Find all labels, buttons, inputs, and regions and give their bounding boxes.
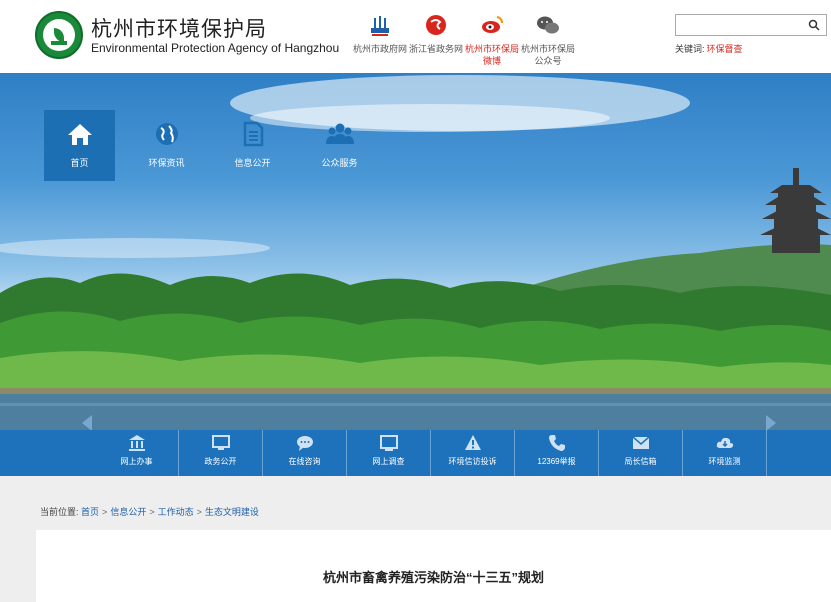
service-label: 网上办事	[120, 457, 153, 466]
nav-info-disclosure[interactable]: 信息公开	[217, 110, 288, 181]
service-label: 环境监测	[708, 457, 741, 466]
keyword-link[interactable]: 环保督查	[707, 44, 743, 54]
link-label: 杭州市环保局公众号	[520, 44, 575, 66]
chat-icon	[296, 436, 313, 451]
link-label: 浙江省政务网	[408, 44, 463, 54]
phone-icon	[548, 435, 565, 451]
gov-building-icon	[371, 16, 389, 36]
home-icon	[67, 124, 92, 145]
search-input[interactable]	[680, 17, 800, 33]
breadcrumb-home[interactable]: 首页	[81, 507, 99, 517]
nav-home[interactable]: 首页	[44, 110, 115, 181]
link-wechat[interactable]: 杭州市环保局公众号	[520, 12, 576, 67]
site-title-cn[interactable]: 杭州市环境保护局	[91, 13, 267, 43]
hero-banner: 首页 环保资讯 信息公开 公众服务	[0, 73, 831, 430]
breadcrumb-info-disclosure[interactable]: 信息公开	[110, 507, 146, 517]
service-12369-report[interactable]: 12369举报	[515, 430, 599, 476]
nav-label: 信息公开	[234, 158, 271, 168]
nav-label: 首页	[70, 158, 89, 168]
service-label: 网上调查	[372, 457, 405, 466]
article-panel: 杭州市畜禽养殖污染防治“十三五”规划	[36, 530, 831, 602]
breadcrumb-eco-civilization[interactable]: 生态文明建设	[205, 507, 259, 517]
breadcrumb-separator: >	[102, 507, 108, 517]
west-lake-landscape	[0, 75, 831, 430]
screen-icon	[379, 435, 398, 451]
nav-public-service[interactable]: 公众服务	[304, 110, 375, 181]
link-label: 杭州市政府网	[352, 44, 407, 54]
globe-icon	[155, 123, 178, 145]
warning-icon	[464, 435, 481, 450]
breadcrumb: 当前位置: 首页 > 信息公开 > 工作动态 > 生态文明建设	[40, 505, 259, 518]
bank-icon	[128, 435, 145, 451]
link-zhejiang-gov[interactable]: 浙江省政务网	[408, 12, 464, 55]
service-bar: 网上办事 政务公开 在线咨询 网上调查 环境信访投诉 12369举报 局长信箱 …	[0, 430, 831, 476]
service-online-survey[interactable]: 网上调查	[347, 430, 431, 476]
service-online-consult[interactable]: 在线咨询	[263, 430, 347, 476]
cloud-icon	[716, 437, 733, 448]
service-label: 环境信访投诉	[448, 457, 497, 466]
service-label: 局长信箱	[624, 457, 657, 466]
pagoda	[760, 168, 831, 253]
breadcrumb-separator: >	[196, 507, 202, 517]
search-box	[675, 14, 827, 36]
nav-news[interactable]: 环保资讯	[131, 110, 202, 181]
mail-icon	[632, 436, 649, 449]
service-complaint[interactable]: 环境信访投诉	[431, 430, 515, 476]
nav-label: 环保资讯	[148, 158, 185, 168]
people-icon	[325, 123, 354, 144]
link-weibo[interactable]: 杭州市环保局微博	[464, 12, 520, 67]
service-gov-disclosure[interactable]: 政务公开	[179, 430, 263, 476]
wechat-icon	[537, 16, 559, 34]
breadcrumb-prefix: 当前位置:	[40, 507, 79, 517]
prev-arrow-icon[interactable]	[82, 415, 92, 431]
zhejiang-logo-icon	[426, 15, 446, 35]
search-keywords: 关键词: 环保督查	[675, 42, 743, 55]
service-env-monitoring[interactable]: 环境监测	[683, 430, 767, 476]
article-title: 杭州市畜禽养殖污染防治“十三五”规划	[322, 570, 544, 585]
breadcrumb-separator: >	[149, 507, 155, 517]
search-icon[interactable]	[808, 19, 820, 31]
keywords-label: 关键词:	[675, 44, 705, 54]
service-online-affairs[interactable]: 网上办事	[95, 430, 179, 476]
document-icon	[243, 121, 263, 147]
next-arrow-icon[interactable]	[766, 415, 776, 431]
header: 杭州市环境保护局 Environmental Protection Agency…	[0, 0, 831, 73]
service-label: 12369举报	[537, 457, 576, 466]
monitor-icon	[211, 435, 230, 450]
weibo-icon	[482, 16, 503, 33]
service-label: 政务公开	[204, 457, 237, 466]
link-hangzhou-gov[interactable]: 杭州市政府网	[352, 12, 408, 55]
site-title-en: Environmental Protection Agency of Hangz…	[91, 41, 340, 55]
service-label: 在线咨询	[288, 457, 321, 466]
nav-label: 公众服务	[321, 158, 358, 168]
agency-logo[interactable]	[35, 11, 83, 59]
breadcrumb-work-updates[interactable]: 工作动态	[158, 507, 194, 517]
link-label: 杭州市环保局微博	[464, 44, 519, 66]
service-director-mailbox[interactable]: 局长信箱	[599, 430, 683, 476]
